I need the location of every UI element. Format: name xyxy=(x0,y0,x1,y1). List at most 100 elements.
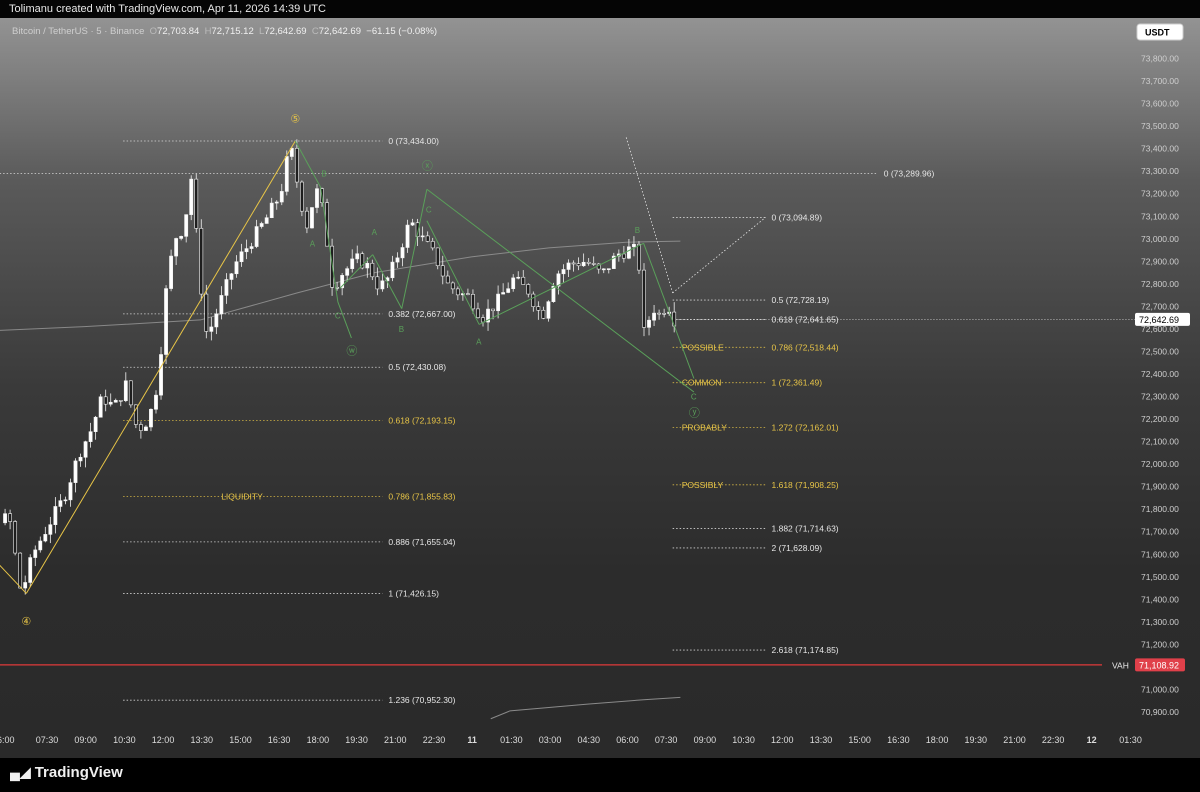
candle-body xyxy=(113,400,118,403)
x-tick-label: 01:30 xyxy=(500,735,523,745)
candle-body xyxy=(380,280,385,290)
x-tick-label: 07:30 xyxy=(36,735,59,745)
last-price-text: 72,642.69 xyxy=(1139,315,1179,325)
volume-trail-line xyxy=(490,696,681,720)
y-tick-label: 72,700.00 xyxy=(1141,301,1179,311)
candle-body xyxy=(305,210,309,229)
candle-body xyxy=(315,188,319,208)
candle-body xyxy=(239,251,244,263)
candle-body xyxy=(224,279,229,296)
y-tick-label: 73,800.00 xyxy=(1141,54,1179,64)
candle-body xyxy=(3,513,7,524)
x-tick-label: 06:00 xyxy=(616,735,639,745)
y-tick-label: 71,900.00 xyxy=(1141,482,1179,492)
candle-body xyxy=(128,380,133,406)
candle-body xyxy=(174,238,179,257)
candle-body xyxy=(481,317,485,323)
candle-body xyxy=(254,226,259,247)
candle-body xyxy=(566,262,571,270)
candle-body xyxy=(581,261,586,267)
x-tick-label: 6:00 xyxy=(0,735,15,745)
candle-body xyxy=(657,312,661,315)
x-tick-label: 12:00 xyxy=(771,735,794,745)
y-tick-label: 71,000.00 xyxy=(1141,684,1179,694)
y-tick-label: 73,200.00 xyxy=(1141,189,1179,199)
y-tick-label: 73,100.00 xyxy=(1141,211,1179,221)
bottom-brand-bar xyxy=(0,758,1200,792)
candle-body xyxy=(164,288,168,355)
candle-body xyxy=(632,243,636,248)
y-tick-label: 70,900.00 xyxy=(1141,707,1179,717)
fib-level-label: 1.882 (71,714.63) xyxy=(772,523,839,533)
candle-body xyxy=(149,408,153,428)
candle-body xyxy=(58,500,63,507)
fib-level-label: 0 (73,094.89) xyxy=(772,212,823,222)
wave-label: C xyxy=(335,311,341,320)
corrective-wave-line xyxy=(478,242,644,325)
y-tick-label: 72,100.00 xyxy=(1141,437,1179,447)
candle-body xyxy=(491,308,495,312)
projection-line xyxy=(672,217,766,294)
wave-label: ④ xyxy=(21,616,31,628)
candle-body xyxy=(662,312,667,315)
fib-level-label: 1 (72,361.49) xyxy=(772,378,823,388)
candle-body xyxy=(601,268,606,271)
candle-body xyxy=(53,506,58,525)
candle-body xyxy=(375,276,380,290)
candle-body xyxy=(108,401,113,405)
candle-body xyxy=(73,460,78,483)
candle-body xyxy=(264,217,269,224)
level-tag-text: COMMON xyxy=(682,378,722,388)
fib-level-label: 0.5 (72,430.08) xyxy=(388,362,446,372)
fib-level-label: 0.618 (72,193.15) xyxy=(388,416,455,426)
candle-body xyxy=(672,311,677,327)
candle-body xyxy=(229,273,234,280)
x-tick-label: 21:00 xyxy=(1003,735,1026,745)
fib-level-label: 2 (71,628.09) xyxy=(772,543,823,553)
y-tick-label: 72,800.00 xyxy=(1141,279,1179,289)
candle-body xyxy=(440,265,445,277)
y-tick-label: 71,300.00 xyxy=(1141,617,1179,627)
currency-button-label: USDT xyxy=(1145,28,1170,38)
x-tick-label: 19:30 xyxy=(345,735,368,745)
candle-body xyxy=(219,295,224,315)
y-tick-label: 72,200.00 xyxy=(1141,414,1179,424)
wave-label: B xyxy=(321,169,326,178)
candle-body xyxy=(561,269,566,275)
x-tick-label: 15:00 xyxy=(229,735,252,745)
candle-body xyxy=(526,284,531,295)
projection-line xyxy=(625,137,674,294)
impulse-wave-line xyxy=(25,140,296,594)
candle-body xyxy=(13,521,18,554)
wave-label: ⑤ xyxy=(290,113,300,125)
candle-body xyxy=(637,243,641,271)
candle-body xyxy=(445,275,450,284)
candle-body xyxy=(345,268,350,276)
level-tag-text: POSSIBLE xyxy=(682,342,724,352)
x-tick-label: 01:30 xyxy=(1119,735,1142,745)
y-tick-label: 71,500.00 xyxy=(1141,572,1179,582)
y-tick-label: 71,600.00 xyxy=(1141,549,1179,559)
level-tag-text: LIQUIDITY xyxy=(221,492,263,502)
corrective-wave-line xyxy=(294,140,321,188)
candle-body xyxy=(476,308,480,318)
tradingview-logo-icon: ▄◢ xyxy=(10,764,31,780)
corrective-wave-line xyxy=(643,243,695,379)
fib-level-label: 1.236 (70,952.30) xyxy=(388,695,455,705)
candle-body xyxy=(8,513,12,522)
x-tick-label: 22:30 xyxy=(423,735,446,745)
candle-body xyxy=(546,301,551,319)
candle-body xyxy=(455,288,460,296)
x-tick-label: 09:00 xyxy=(74,735,97,745)
y-tick-label: 73,600.00 xyxy=(1141,99,1179,109)
candle-body xyxy=(209,326,214,332)
price-chart-svg[interactable]: 70,900.0071,000.0071,100.0071,200.0071,3… xyxy=(0,0,1200,792)
candle-body xyxy=(103,396,108,405)
wave-label: B xyxy=(399,325,404,334)
candle-body xyxy=(370,262,375,278)
fib-level-label: 2.618 (71,174.85) xyxy=(772,645,839,655)
candle-body xyxy=(189,178,194,215)
y-tick-label: 72,400.00 xyxy=(1141,369,1179,379)
x-tick-label: 07:30 xyxy=(655,735,678,745)
wave-label: C xyxy=(426,206,432,215)
